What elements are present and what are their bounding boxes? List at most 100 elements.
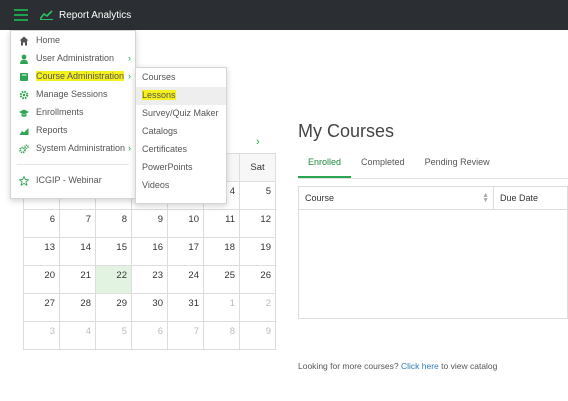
calendar-day-other-month[interactable]: 6 xyxy=(132,322,168,350)
menu-item-label: Manage Sessions xyxy=(36,89,108,99)
tab-pending-review[interactable]: Pending Review xyxy=(415,150,500,178)
course-administration-submenu: Courses Lessons Survey/Quiz Maker Catalo… xyxy=(135,67,227,204)
calendar-day[interactable]: 20 xyxy=(24,266,60,294)
submenu-item-lessons[interactable]: Lessons xyxy=(136,87,226,105)
submenu-item-label: PowerPoints xyxy=(142,162,193,172)
menu-item-home[interactable]: Home xyxy=(11,32,135,50)
star-icon xyxy=(19,176,29,186)
gears-icon xyxy=(19,144,29,154)
menu-item-label: System Administration xyxy=(36,143,126,153)
menu-item-user-administration[interactable]: User Administration › xyxy=(11,50,135,68)
calendar-day[interactable]: 24 xyxy=(168,266,204,294)
tab-completed[interactable]: Completed xyxy=(351,150,415,178)
chevron-right-icon: › xyxy=(128,53,131,63)
top-bar: Report Analytics xyxy=(0,0,568,30)
calendar-day[interactable]: 10 xyxy=(168,210,204,238)
submenu-item-label: Catalogs xyxy=(142,126,178,136)
calendar-day[interactable]: 6 xyxy=(24,210,60,238)
catalog-prompt: Looking for more courses? Click here to … xyxy=(298,361,497,371)
column-course-label: Course xyxy=(305,193,335,203)
catalog-prompt-prefix: Looking for more courses? xyxy=(298,361,401,371)
calendar-header-sat: Sat xyxy=(240,154,276,182)
calendar-day[interactable]: 7 xyxy=(60,210,96,238)
calendar-day[interactable]: 17 xyxy=(168,238,204,266)
gear-icon xyxy=(19,90,29,100)
calendar-day[interactable]: 9 xyxy=(132,210,168,238)
page-title: My Courses xyxy=(298,121,395,141)
menu-item-course-administration[interactable]: Course Administration › xyxy=(11,68,135,86)
calendar-day-other-month[interactable]: 8 xyxy=(204,322,240,350)
menu-item-system-administration[interactable]: System Administration › xyxy=(11,140,135,158)
calendar-day[interactable]: 14 xyxy=(60,238,96,266)
calendar-day-other-month[interactable]: 9 xyxy=(240,322,276,350)
calendar-day-today[interactable]: 22 xyxy=(96,266,132,294)
hamburger-icon[interactable] xyxy=(10,5,32,25)
calendar-day[interactable]: 21 xyxy=(60,266,96,294)
graduation-cap-icon xyxy=(19,109,29,117)
calendar-day-other-month[interactable]: 1 xyxy=(204,294,240,322)
calendar-day-other-month[interactable]: 4 xyxy=(60,322,96,350)
calendar-day[interactable]: 29 xyxy=(96,294,132,322)
submenu-item-certificates[interactable]: Certificates xyxy=(136,141,226,159)
calendar-day[interactable]: 19 xyxy=(240,238,276,266)
submenu-item-label: Courses xyxy=(142,72,176,82)
submenu-item-survey-quiz-maker[interactable]: Survey/Quiz Maker xyxy=(136,105,226,123)
calendar-day[interactable]: 15 xyxy=(96,238,132,266)
catalog-prompt-suffix: to view catalog xyxy=(438,361,498,371)
calendar-day-other-month[interactable]: 3 xyxy=(24,322,60,350)
calendar-day[interactable]: 25 xyxy=(204,266,240,294)
calendar-day-other-month[interactable]: 5 xyxy=(96,322,132,350)
calendar-day[interactable]: 12 xyxy=(240,210,276,238)
menu-item-label: User Administration xyxy=(36,53,115,63)
menu-item-label: Enrollments xyxy=(36,107,84,117)
sort-icon: ▲ ▼ xyxy=(482,192,489,204)
menu-item-label: Home xyxy=(36,35,61,45)
menu-item-label: Course Administration xyxy=(36,71,125,81)
line-chart-icon xyxy=(40,10,53,20)
calendar-day[interactable]: 18 xyxy=(204,238,240,266)
calendar-day[interactable]: 28 xyxy=(60,294,96,322)
click-here-link[interactable]: Click here xyxy=(401,361,439,371)
calendar-day[interactable]: 11 xyxy=(204,210,240,238)
chevron-right-icon: › xyxy=(128,71,131,81)
book-icon xyxy=(20,73,28,81)
calendar-day[interactable]: 26 xyxy=(240,266,276,294)
column-due-date[interactable]: Due Date xyxy=(494,193,538,203)
submenu-item-courses[interactable]: Courses xyxy=(136,69,226,87)
calendar-day[interactable]: 27 xyxy=(24,294,60,322)
brand-label: Report Analytics xyxy=(59,9,132,21)
submenu-item-videos[interactable]: Videos xyxy=(136,177,226,195)
submenu-item-label: Certificates xyxy=(142,144,188,154)
calendar-day[interactable]: 8 xyxy=(96,210,132,238)
menu-item-icgip-webinar[interactable]: ICGIP - Webinar xyxy=(11,172,135,190)
tab-enrolled[interactable]: Enrolled xyxy=(298,150,352,178)
courses-tabs: Enrolled Completed Pending Review xyxy=(298,150,568,179)
calendar-day-other-month[interactable]: 2 xyxy=(240,294,276,322)
submenu-item-catalogs[interactable]: Catalogs xyxy=(136,123,226,141)
chevron-right-icon: › xyxy=(128,143,131,153)
menu-item-label: ICGIP - Webinar xyxy=(36,175,102,185)
courses-table: Course ▲ ▼ Due Date xyxy=(298,186,568,319)
main-menu: Home User Administration › Course Admini… xyxy=(10,30,136,199)
report-analytics-link[interactable]: Report Analytics xyxy=(40,0,131,30)
menu-divider xyxy=(17,164,129,165)
calendar-day[interactable]: 31 xyxy=(168,294,204,322)
calendar-day[interactable]: 23 xyxy=(132,266,168,294)
menu-item-label: Reports xyxy=(36,125,68,135)
calendar-day-other-month[interactable]: 7 xyxy=(168,322,204,350)
menu-item-manage-sessions[interactable]: Manage Sessions xyxy=(11,86,135,104)
home-icon xyxy=(19,36,29,46)
menu-item-enrollments[interactable]: Enrollments xyxy=(11,104,135,122)
submenu-item-label: Lessons xyxy=(142,90,176,100)
column-course[interactable]: Course ▲ ▼ xyxy=(299,187,494,209)
area-chart-icon xyxy=(19,128,29,135)
table-header: Course ▲ ▼ Due Date xyxy=(299,187,567,210)
calendar-day[interactable]: 30 xyxy=(132,294,168,322)
submenu-item-powerpoints[interactable]: PowerPoints xyxy=(136,159,226,177)
menu-item-reports[interactable]: Reports xyxy=(11,122,135,140)
calendar-day[interactable]: 16 xyxy=(132,238,168,266)
calendar-day[interactable]: 13 xyxy=(24,238,60,266)
user-icon xyxy=(20,54,28,64)
calendar-next-icon[interactable]: › xyxy=(256,136,260,148)
calendar-day[interactable]: 5 xyxy=(240,182,276,210)
